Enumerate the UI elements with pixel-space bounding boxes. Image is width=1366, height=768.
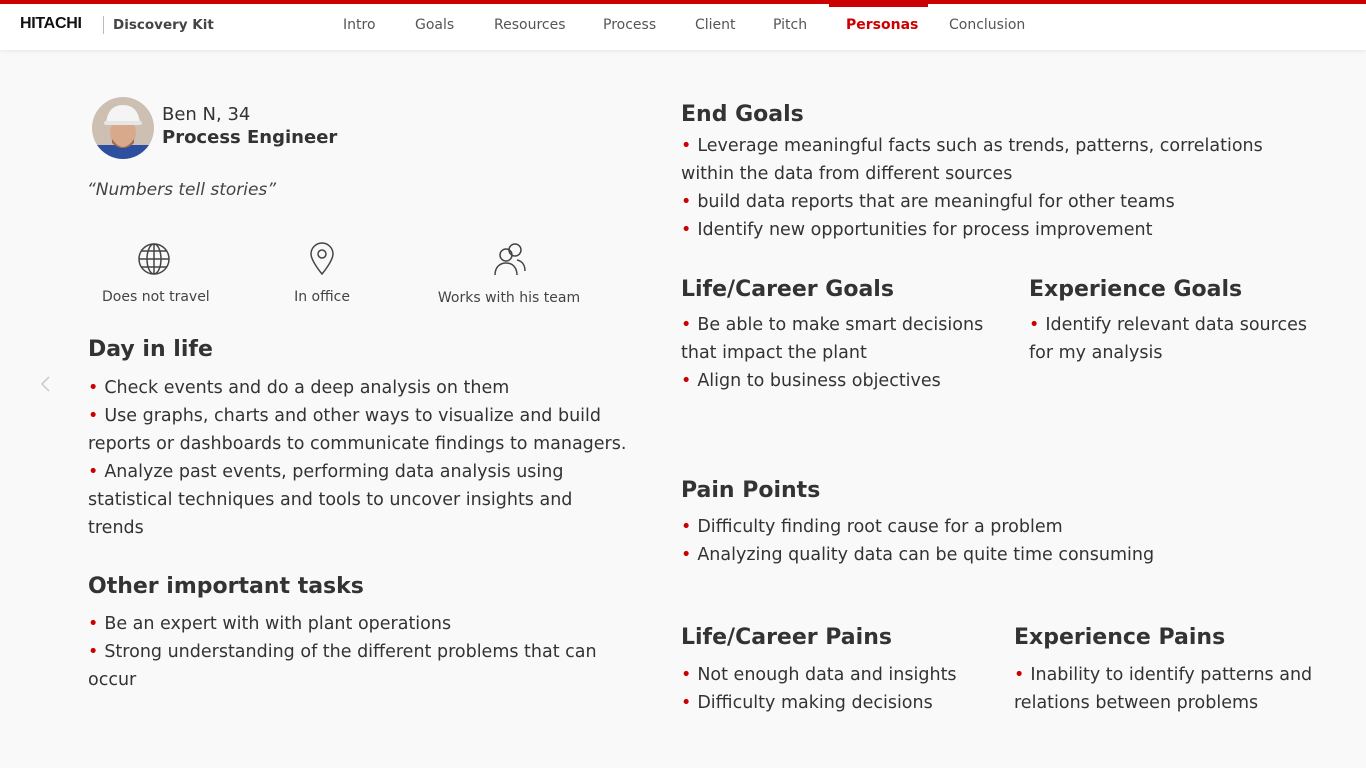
attribute-travel-label: Does not travel xyxy=(102,289,210,305)
list-item: Inability to identify patterns and relat… xyxy=(1014,661,1314,717)
persona-quote: “Numbers tell stories” xyxy=(87,180,277,200)
list-item: Leverage meaningful facts such as trends… xyxy=(681,132,1296,188)
pain-points-list: Difficulty finding root cause for a prob… xyxy=(681,513,1296,569)
attribute-office-label: In office xyxy=(294,289,350,305)
experience-goals-heading: Experience Goals xyxy=(1029,277,1243,302)
active-nav-indicator xyxy=(829,4,928,7)
list-item: build data reports that are meaningful f… xyxy=(681,188,1296,216)
career-pains-heading: Life/Career Pains xyxy=(681,625,892,650)
experience-pains-heading: Experience Pains xyxy=(1014,625,1226,650)
list-item: Strong understanding of the different pr… xyxy=(88,638,633,694)
experience-goals-list: Identify relevant data sources for my an… xyxy=(1029,311,1329,367)
list-item: Analyzing quality data can be quite time… xyxy=(681,541,1296,569)
nav-goals[interactable]: Goals xyxy=(415,17,454,33)
pain-points-heading: Pain Points xyxy=(681,478,821,503)
persona-role: Process Engineer xyxy=(162,127,338,148)
location-pin-icon xyxy=(310,242,334,276)
list-item: Use graphs, charts and other ways to vis… xyxy=(88,402,648,458)
team-icon xyxy=(494,243,526,276)
end-goals-list: Leverage meaningful facts such as trends… xyxy=(681,132,1296,244)
top-navigation-bar: HITACHI Discovery Kit Intro Goals Resour… xyxy=(0,0,1366,50)
list-item: Be an expert with with plant operations xyxy=(88,610,633,638)
persona-name: Ben N, 34 xyxy=(162,104,251,125)
chevron-left-icon[interactable] xyxy=(38,375,54,393)
day-in-life-heading: Day in life xyxy=(88,337,213,362)
nav-conclusion[interactable]: Conclusion xyxy=(949,17,1025,33)
list-item: Identify new opportunities for process i… xyxy=(681,216,1296,244)
career-pains-list: Not enough data and insights Difficulty … xyxy=(681,661,1001,717)
attribute-team-label: Works with his team xyxy=(437,290,581,306)
list-item: Identify relevant data sources for my an… xyxy=(1029,311,1329,367)
list-item: Align to business objectives xyxy=(681,367,1001,395)
list-item: Not enough data and insights xyxy=(681,661,1001,689)
end-goals-heading: End Goals xyxy=(681,102,804,127)
career-goals-list: Be able to make smart decisions that imp… xyxy=(681,311,1001,395)
nav-client[interactable]: Client xyxy=(695,17,736,33)
brand-divider xyxy=(103,16,104,34)
list-item: Be able to make smart decisions that imp… xyxy=(681,311,1001,367)
nav-pitch[interactable]: Pitch xyxy=(773,17,807,33)
list-item: Analyze past events, performing data ana… xyxy=(88,458,588,542)
avatar xyxy=(92,97,154,159)
list-item: Check events and do a deep analysis on t… xyxy=(88,374,648,402)
globe-icon xyxy=(138,243,170,275)
career-goals-heading: Life/Career Goals xyxy=(681,277,894,302)
list-item: Difficulty making decisions xyxy=(681,689,1001,717)
experience-pains-list: Inability to identify patterns and relat… xyxy=(1014,661,1314,717)
nav-process[interactable]: Process xyxy=(603,17,656,33)
nav-intro[interactable]: Intro xyxy=(343,17,376,33)
day-in-life-list: Check events and do a deep analysis on t… xyxy=(88,374,648,542)
other-tasks-list: Be an expert with with plant operations … xyxy=(88,610,633,694)
product-title[interactable]: Discovery Kit xyxy=(113,17,214,33)
nav-resources[interactable]: Resources xyxy=(494,17,566,33)
list-item: Difficulty finding root cause for a prob… xyxy=(681,513,1296,541)
hitachi-logo[interactable]: HITACHI xyxy=(20,15,82,33)
other-tasks-heading: Other important tasks xyxy=(88,574,364,599)
nav-personas[interactable]: Personas xyxy=(846,17,918,33)
